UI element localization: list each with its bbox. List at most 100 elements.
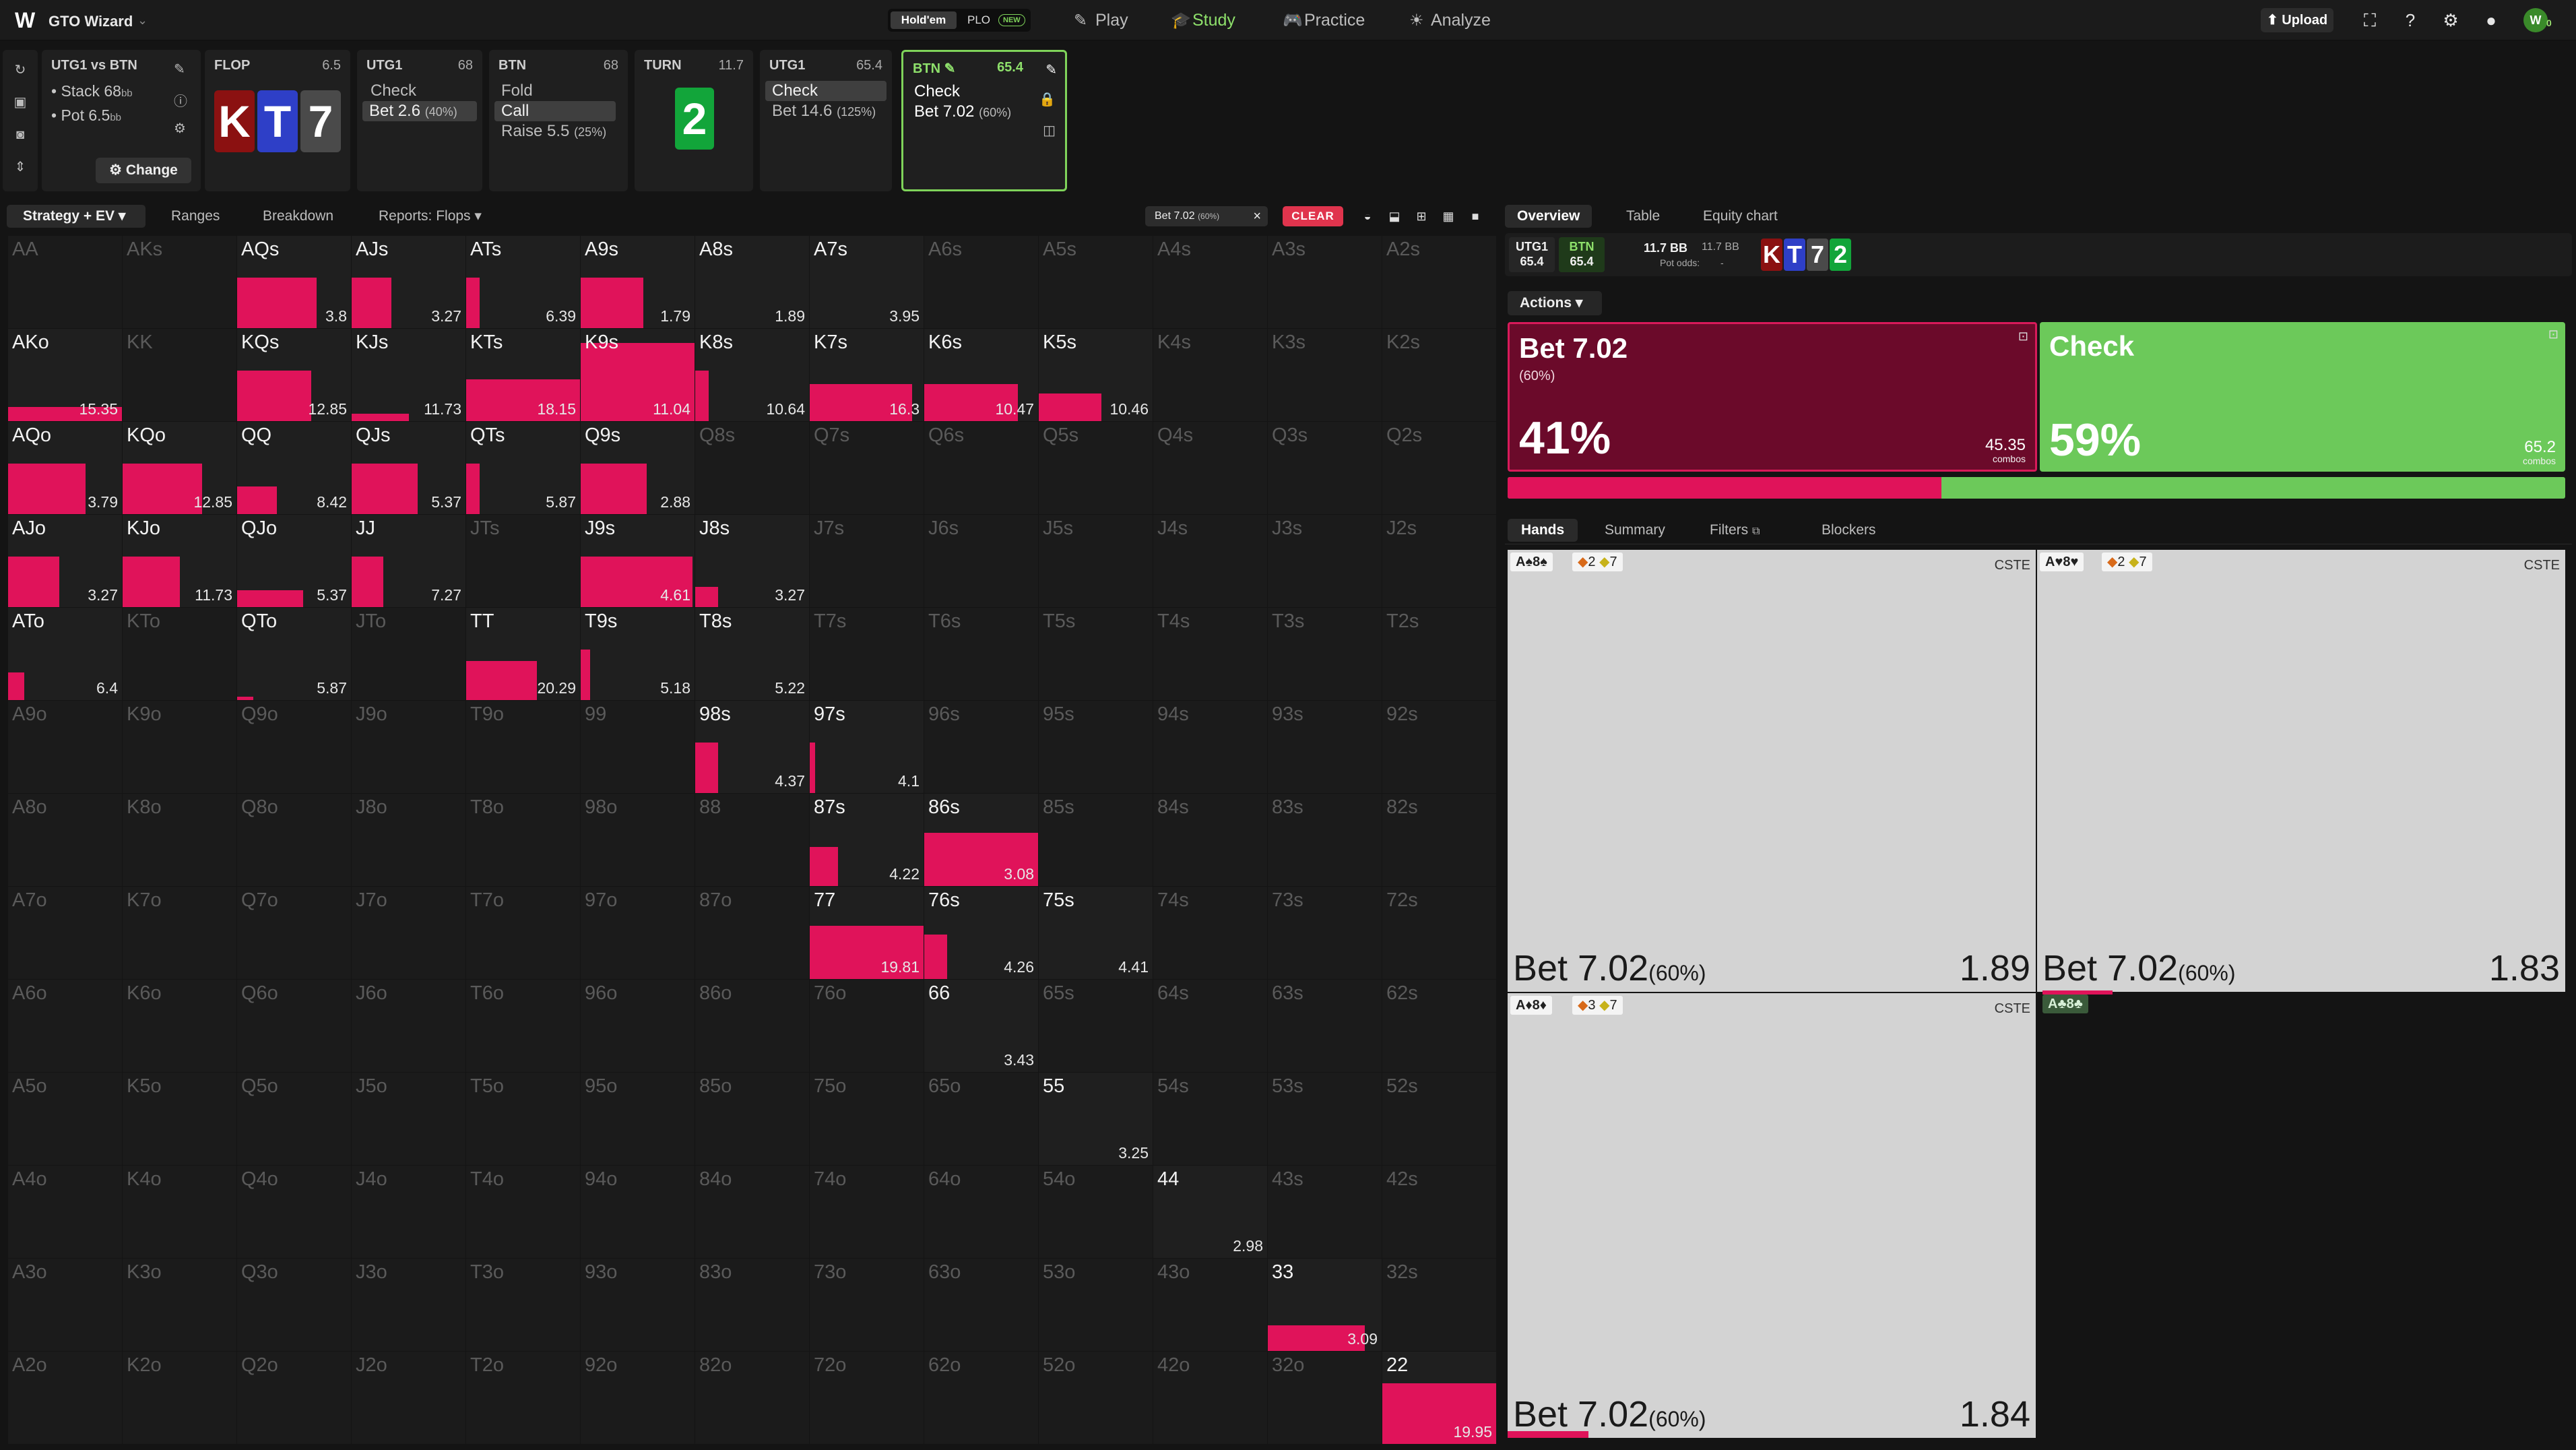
range-cell[interactable]: AQo 3.79: [8, 422, 122, 514]
settings-small-icon[interactable]: ⚙: [174, 120, 186, 137]
range-cell[interactable]: K2o: [123, 1352, 236, 1444]
range-cell[interactable]: J6o: [352, 980, 465, 1072]
range-cell[interactable]: T4s: [1153, 608, 1267, 700]
range-cell[interactable]: Q2o: [237, 1352, 351, 1444]
range-cell[interactable]: K5o: [123, 1073, 236, 1165]
range-cell[interactable]: J4o: [352, 1166, 465, 1258]
range-cell[interactable]: T8o: [466, 794, 580, 886]
range-cell[interactable]: K3o: [123, 1259, 236, 1351]
range-cell[interactable]: T5s: [1039, 608, 1153, 700]
btn-active-check[interactable]: Check: [907, 82, 1029, 102]
range-cell[interactable]: 53o: [1039, 1259, 1153, 1351]
range-cell[interactable]: JTo: [352, 608, 465, 700]
range-cell[interactable]: AA: [8, 236, 122, 328]
range-cell[interactable]: J3s: [1268, 515, 1382, 607]
gamepad-icon[interactable]: ◙: [12, 127, 28, 143]
view-full-icon[interactable]: ■: [1466, 208, 1485, 225]
expand-icon[interactable]: ⊡: [2018, 329, 2028, 344]
range-cell[interactable]: K3s: [1268, 329, 1382, 421]
tab-summary[interactable]: Summary: [1605, 519, 1665, 542]
range-cell[interactable]: K2s: [1382, 329, 1496, 421]
view-circle-icon[interactable]: ◒: [1358, 208, 1377, 225]
range-cell[interactable]: T9s 5.18: [581, 608, 695, 700]
tab-filters[interactable]: Filters ⧉: [1710, 519, 1760, 542]
range-cell[interactable]: KTs 18.15: [466, 329, 580, 421]
nav-analyze[interactable]: ☀ Analyze: [1409, 0, 1491, 40]
range-cell[interactable]: J6s: [924, 515, 1038, 607]
range-cell[interactable]: Q3o: [237, 1259, 351, 1351]
range-cell[interactable]: T3o: [466, 1259, 580, 1351]
range-cell[interactable]: T9o: [466, 701, 580, 793]
expand-icon[interactable]: ⊡: [2548, 327, 2558, 342]
tab-ranges[interactable]: Ranges: [171, 205, 220, 228]
range-cell[interactable]: A4s: [1153, 236, 1267, 328]
range-cell[interactable]: 54s: [1153, 1073, 1267, 1165]
range-cell[interactable]: Q3s: [1268, 422, 1382, 514]
plo-toggle[interactable]: PLO: [967, 11, 990, 29]
compare-icon[interactable]: ◫: [1043, 122, 1056, 139]
range-cell[interactable]: Q7o: [237, 887, 351, 979]
tab-equity-chart[interactable]: Equity chart: [1703, 205, 1778, 228]
range-cell[interactable]: Q6o: [237, 980, 351, 1072]
chevron-down-icon[interactable]: ⌄: [137, 13, 148, 28]
range-cell[interactable]: T7s: [810, 608, 924, 700]
range-cell[interactable]: Q4o: [237, 1166, 351, 1258]
range-cell[interactable]: AQs 3.8: [237, 236, 351, 328]
range-cell[interactable]: 55 3.25: [1039, 1073, 1153, 1165]
action-filter-chip[interactable]: Bet 7.02 (60%) ×: [1145, 206, 1268, 226]
edit-icon[interactable]: ✎: [1045, 61, 1057, 78]
hand-panel-a8s-spades[interactable]: A♠8♠ ◆2 ◆7 CSTE Bet 7.02(60%) 1.89: [1508, 550, 2036, 992]
range-cell[interactable]: 76s 4.26: [924, 887, 1038, 979]
pencil-icon[interactable]: ✎: [174, 61, 185, 77]
tab-table[interactable]: Table: [1626, 205, 1660, 228]
help-icon[interactable]: ?: [2398, 8, 2422, 32]
actions-dropdown[interactable]: Actions ▾: [1508, 291, 1602, 315]
range-cell[interactable]: 75s 4.41: [1039, 887, 1153, 979]
range-cell[interactable]: QQ 8.42: [237, 422, 351, 514]
range-cell[interactable]: 74s: [1153, 887, 1267, 979]
range-cell[interactable]: 93s: [1268, 701, 1382, 793]
range-cell[interactable]: J7o: [352, 887, 465, 979]
range-cell[interactable]: J2o: [352, 1352, 465, 1444]
range-cell[interactable]: KJo 11.73: [123, 515, 236, 607]
range-cell[interactable]: 52s: [1382, 1073, 1496, 1165]
action-card-bet[interactable]: Bet 7.02 (60%) 41% 45.35 combos ⊡: [1508, 322, 2037, 472]
gear-icon[interactable]: ⚙: [2439, 8, 2463, 32]
range-cell[interactable]: Q5o: [237, 1073, 351, 1165]
range-cell[interactable]: ATs 6.39: [466, 236, 580, 328]
range-cell[interactable]: A2s: [1382, 236, 1496, 328]
range-cell[interactable]: A2o: [8, 1352, 122, 1444]
range-cell[interactable]: JTs: [466, 515, 580, 607]
range-cell[interactable]: J8o: [352, 794, 465, 886]
range-cell[interactable]: Q4s: [1153, 422, 1267, 514]
range-cell[interactable]: AKo 15.35: [8, 329, 122, 421]
range-cell[interactable]: Q9o: [237, 701, 351, 793]
range-cell[interactable]: J4s: [1153, 515, 1267, 607]
range-cell[interactable]: T6o: [466, 980, 580, 1072]
collapse-icon[interactable]: ⇕: [12, 159, 28, 175]
range-cell[interactable]: 77 19.81: [810, 887, 924, 979]
range-cell[interactable]: J8s 3.27: [695, 515, 809, 607]
range-cell[interactable]: J3o: [352, 1259, 465, 1351]
range-cell[interactable]: 98s 4.37: [695, 701, 809, 793]
utg1-flop-check[interactable]: Check: [364, 81, 472, 101]
range-cell[interactable]: A7s 3.95: [810, 236, 924, 328]
action-card-check[interactable]: Check 59% 65.2 combos ⊡: [2040, 322, 2565, 472]
brand-name[interactable]: GTO Wizard: [49, 13, 133, 30]
range-cell[interactable]: 86s 3.08: [924, 794, 1038, 886]
range-cell[interactable]: A3s: [1268, 236, 1382, 328]
utg1-flop-bet[interactable]: Bet 2.6 (40%): [362, 101, 477, 121]
range-cell[interactable]: KJs 11.73: [352, 329, 465, 421]
range-cell[interactable]: 75o: [810, 1073, 924, 1165]
btn-flop-call[interactable]: Call: [494, 101, 616, 121]
range-cell[interactable]: 32o: [1268, 1352, 1382, 1444]
range-cell[interactable]: KTo: [123, 608, 236, 700]
range-cell[interactable]: 88: [695, 794, 809, 886]
range-cell[interactable]: 87o: [695, 887, 809, 979]
range-cell[interactable]: 62s: [1382, 980, 1496, 1072]
history-turn[interactable]: TURN 11.7 2: [635, 50, 753, 191]
range-cell[interactable]: 72o: [810, 1352, 924, 1444]
range-cell[interactable]: QTo 5.87: [237, 608, 351, 700]
view-grid-icon[interactable]: ▦: [1439, 208, 1458, 225]
close-icon[interactable]: ×: [1253, 206, 1261, 226]
